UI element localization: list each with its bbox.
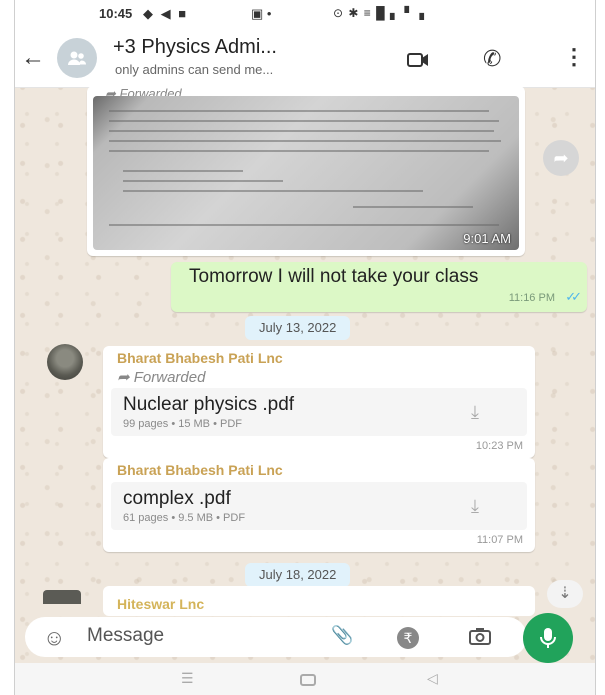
home-icon[interactable] (300, 674, 316, 686)
sender-name[interactable]: Hiteswar Lnc (117, 596, 204, 612)
document-photo[interactable]: 9:01 AM (93, 96, 519, 250)
more-vert-icon[interactable]: ⋮ (563, 44, 585, 70)
system-nav-bar: ☰ ◁ (15, 663, 595, 695)
date-separator: July 18, 2022 (245, 563, 351, 587)
date-separator: July 13, 2022 (245, 316, 351, 340)
file-card[interactable]: Nuclear physics .pdf 99 pages • 15 MB • … (111, 388, 527, 436)
message-input[interactable]: Message (87, 625, 164, 647)
download-icon[interactable]: ⤓ (471, 402, 479, 423)
status-time: 10:45 (99, 6, 133, 21)
mic-button[interactable] (523, 613, 573, 663)
double-check-icon: ✓✓ (565, 289, 582, 304)
signal-battery-icons: ⊙ ✱ ≡ █ ▖ ▘▗ (333, 6, 425, 20)
download-icon[interactable]: ⤓ (471, 496, 479, 517)
chat-screen: 10:45 ◆ ◀ ■ ▣ • ⊙ ✱ ≡ █ ▖ ▘▗ ← +3 Physic… (14, 0, 596, 695)
partial-message[interactable]: Hiteswar Lnc (103, 586, 535, 616)
message-time: 11:16 PM (508, 292, 555, 304)
file-meta: 99 pages • 15 MB • PDF (123, 418, 242, 430)
file-name: Nuclear physics .pdf (123, 394, 295, 415)
sender-name[interactable]: Bharat Bhabesh Pati Lnc (117, 462, 283, 478)
file-message[interactable]: Bharat Bhabesh Pati Lnc ➦ Forwarded Nucl… (103, 346, 535, 458)
video-call-icon[interactable] (407, 52, 429, 73)
file-name: complex .pdf (123, 488, 231, 509)
scroll-down-icon[interactable]: ⇣ (547, 580, 583, 608)
emoji-icon[interactable]: ☺ (43, 625, 65, 651)
camera-icon[interactable] (469, 627, 491, 650)
chat-header: ← +3 Physics Admi... only admins can sen… (15, 28, 595, 88)
file-message[interactable]: Bharat Bhabesh Pati Lnc complex .pdf 61 … (103, 458, 535, 552)
mic-icon (540, 628, 556, 648)
message-time: 11:07 PM (476, 534, 523, 546)
status-mid-icons: ▣ • (251, 6, 272, 21)
sender-avatar[interactable] (43, 590, 81, 604)
nav-back-icon[interactable]: ◁ (427, 670, 438, 687)
notification-icons: ◆ ◀ ■ (143, 6, 189, 21)
message-time: 10:23 PM (475, 440, 523, 452)
group-people-icon (68, 51, 86, 65)
image-message[interactable]: ➦ Forwarded 9:01 AM (87, 86, 525, 256)
image-time: 9:01 AM (463, 231, 511, 246)
phone-icon[interactable]: ✆ (483, 46, 501, 72)
message-input-bar[interactable]: ☺ Message 📎 ₹ (25, 617, 527, 657)
back-arrow-icon[interactable]: ← (21, 44, 45, 72)
message-text: Tomorrow I will not take your class (189, 266, 479, 287)
recents-icon[interactable]: ☰ (181, 670, 194, 687)
file-card[interactable]: complex .pdf 61 pages • 9.5 MB • PDF ⤓ (111, 482, 527, 530)
chat-title[interactable]: +3 Physics Admi... (113, 36, 277, 59)
share-icon[interactable]: ➦ (543, 140, 579, 176)
sender-name[interactable]: Bharat Bhabesh Pati Lnc (117, 350, 283, 366)
sender-avatar[interactable] (47, 344, 83, 380)
outgoing-message[interactable]: Tomorrow I will not take your class 11:1… (171, 262, 587, 312)
rupee-icon[interactable]: ₹ (397, 627, 419, 649)
group-avatar-icon[interactable] (57, 38, 97, 78)
file-meta: 61 pages • 9.5 MB • PDF (123, 512, 246, 524)
forwarded-label: ➦ Forwarded (117, 369, 206, 386)
chat-subtitle[interactable]: only admins can send me... (115, 62, 273, 77)
status-bar: 10:45 ◆ ◀ ■ ▣ • ⊙ ✱ ≡ █ ▖ ▘▗ (15, 0, 595, 28)
attach-icon[interactable]: 📎 (331, 625, 353, 646)
